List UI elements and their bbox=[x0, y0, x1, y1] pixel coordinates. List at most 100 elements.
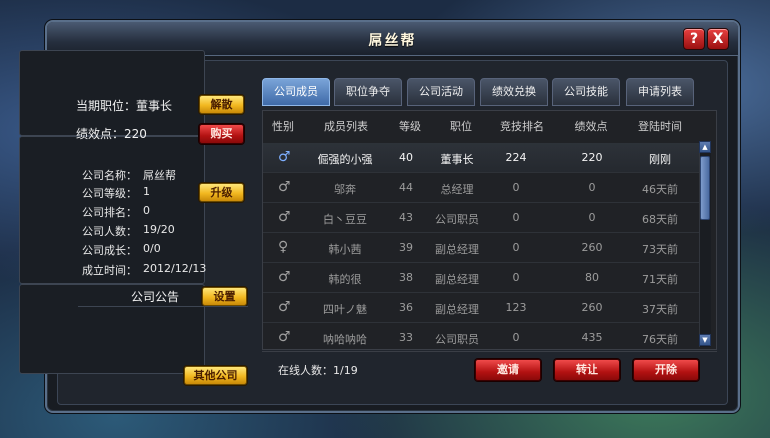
member-name: 邬奔 bbox=[334, 183, 356, 196]
male-icon: ♂ bbox=[278, 269, 291, 285]
table-row[interactable]: ♂ 白丶豆豆 43 公司职员 0 0 68天前 bbox=[263, 203, 699, 233]
member-points: 260 bbox=[581, 241, 603, 254]
header-arena-rank: 竞技排名 bbox=[500, 120, 544, 133]
member-login: 刚刚 bbox=[649, 153, 671, 166]
status-box bbox=[19, 50, 205, 136]
upgrade-button[interactable]: 升级 bbox=[199, 183, 244, 202]
male-icon: ♂ bbox=[278, 299, 291, 315]
member-points: 0 bbox=[588, 211, 596, 224]
member-points: 260 bbox=[581, 301, 603, 314]
member-name: 倔强的小强 bbox=[317, 153, 373, 166]
member-points: 80 bbox=[585, 271, 599, 284]
window-title: 屌丝帮 bbox=[368, 33, 417, 49]
notice-divider bbox=[78, 306, 248, 307]
company-members-label: 公司人数： bbox=[82, 225, 137, 238]
member-arena: 224 bbox=[505, 151, 527, 164]
member-arena: 0 bbox=[512, 211, 520, 224]
table-row[interactable]: ♂ 倔强的小强 40 董事长 224 220 刚刚 bbox=[263, 143, 699, 173]
performance-points: 绩效点：220 bbox=[76, 127, 147, 141]
member-login: 68天前 bbox=[642, 213, 678, 226]
member-position: 董事长 bbox=[440, 153, 474, 166]
member-level: 38 bbox=[399, 271, 413, 284]
male-icon: ♂ bbox=[278, 149, 291, 165]
close-button[interactable]: X bbox=[707, 28, 729, 50]
member-level: 40 bbox=[399, 151, 413, 164]
company-level-label: 公司等级： bbox=[82, 187, 137, 200]
member-level: 44 bbox=[399, 181, 413, 194]
member-name: 韩的很 bbox=[328, 273, 362, 286]
table-row[interactable]: ♂ 四叶ノ魅 36 副总经理 123 260 37天前 bbox=[263, 293, 699, 323]
member-points: 435 bbox=[581, 331, 603, 344]
member-level: 43 bbox=[399, 211, 413, 224]
online-count: 在线人数：1/19 bbox=[278, 364, 358, 377]
member-position: 公司职员 bbox=[435, 213, 479, 226]
member-name: 韩小茜 bbox=[328, 243, 362, 256]
founded-label: 成立时间： bbox=[82, 264, 137, 277]
member-level: 33 bbox=[399, 331, 413, 344]
member-arena: 0 bbox=[512, 271, 520, 284]
male-icon: ♂ bbox=[278, 329, 291, 345]
remove-button[interactable]: 开除 bbox=[633, 359, 699, 381]
table-row[interactable]: ♀ 韩小茜 39 副总经理 0 260 73天前 bbox=[263, 233, 699, 263]
member-arena: 0 bbox=[512, 331, 520, 344]
scroll-down-icon[interactable]: ▼ bbox=[699, 334, 711, 346]
member-login: 37天前 bbox=[642, 303, 678, 316]
member-login: 76天前 bbox=[642, 333, 678, 346]
member-level: 39 bbox=[399, 241, 413, 254]
company-name-value: 屌丝帮 bbox=[143, 169, 176, 182]
member-login: 46天前 bbox=[642, 183, 678, 196]
member-login: 73天前 bbox=[642, 243, 678, 256]
table-row[interactable]: ♂ 呐哈呐哈 33 公司职员 0 435 76天前 bbox=[263, 323, 699, 353]
member-position: 总经理 bbox=[440, 183, 474, 196]
tab-position-contest[interactable]: 职位争夺 bbox=[334, 78, 402, 106]
header-login-time: 登陆时间 bbox=[638, 120, 682, 133]
header-gender: 性别 bbox=[272, 120, 294, 133]
table-divider bbox=[262, 351, 717, 352]
member-points: 220 bbox=[581, 151, 603, 164]
company-rank-label: 公司排名： bbox=[82, 206, 137, 219]
member-arena: 123 bbox=[505, 301, 527, 314]
tab-company-members[interactable]: 公司成员 bbox=[262, 78, 330, 106]
member-points: 0 bbox=[588, 181, 596, 194]
member-arena: 0 bbox=[512, 181, 520, 194]
table-row[interactable]: ♂ 邬奔 44 总经理 0 0 46天前 bbox=[263, 173, 699, 203]
tab-company-activity[interactable]: 公司活动 bbox=[407, 78, 475, 106]
member-name: 四叶ノ魅 bbox=[323, 303, 367, 316]
member-login: 71天前 bbox=[642, 273, 678, 286]
buy-button[interactable]: 购买 bbox=[199, 124, 244, 144]
member-position: 副总经理 bbox=[435, 303, 479, 316]
tab-application-list[interactable]: 申请列表 bbox=[626, 78, 694, 106]
company-level-value: 1 bbox=[143, 185, 150, 198]
founded-value: 2012/12/13 bbox=[143, 262, 207, 275]
tab-company-skills[interactable]: 公司技能 bbox=[552, 78, 620, 106]
transfer-button[interactable]: 转让 bbox=[554, 359, 620, 381]
notice-settings-button[interactable]: 设置 bbox=[202, 287, 247, 306]
company-growth-value: 0/0 bbox=[143, 242, 161, 255]
member-name: 呐哈呐哈 bbox=[323, 333, 367, 346]
member-level: 36 bbox=[399, 301, 413, 314]
member-position: 副总经理 bbox=[435, 243, 479, 256]
table-row[interactable]: ♂ 韩的很 38 副总经理 0 80 71天前 bbox=[263, 263, 699, 293]
scrollbar-thumb[interactable] bbox=[700, 156, 710, 220]
help-button[interactable]: ? bbox=[683, 28, 705, 50]
other-company-button[interactable]: 其他公司 bbox=[184, 366, 247, 385]
male-icon: ♂ bbox=[278, 209, 291, 225]
company-members-value: 19/20 bbox=[143, 223, 175, 236]
notice-title: 公司公告 bbox=[131, 290, 180, 304]
header-position: 职位 bbox=[450, 120, 472, 133]
header-level: 等级 bbox=[399, 120, 421, 133]
invite-button[interactable]: 邀请 bbox=[475, 359, 541, 381]
member-position: 副总经理 bbox=[435, 273, 479, 286]
company-growth-label: 公司成长： bbox=[82, 244, 137, 257]
scroll-up-icon[interactable]: ▲ bbox=[699, 141, 711, 153]
header-member: 成员列表 bbox=[324, 120, 368, 133]
disband-button[interactable]: 解散 bbox=[199, 95, 244, 114]
header-points: 绩效点 bbox=[574, 120, 608, 133]
member-position: 公司职员 bbox=[435, 333, 479, 346]
member-arena: 0 bbox=[512, 241, 520, 254]
company-rank-value: 0 bbox=[143, 204, 150, 217]
current-position: 当期职位：董事长 bbox=[76, 99, 173, 113]
member-name: 白丶豆豆 bbox=[323, 213, 367, 226]
female-icon: ♀ bbox=[278, 239, 289, 255]
tab-points-exchange[interactable]: 绩效兑换 bbox=[480, 78, 548, 106]
